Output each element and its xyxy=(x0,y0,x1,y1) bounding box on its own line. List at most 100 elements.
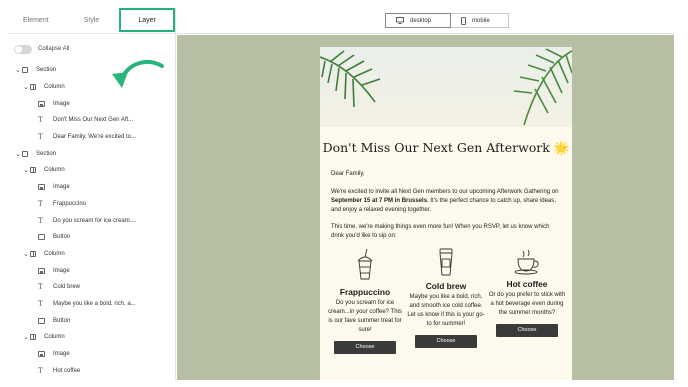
text-icon: T xyxy=(38,133,43,142)
tree-item-label: Button xyxy=(53,317,71,324)
chevron-down-icon[interactable]: ⌄ xyxy=(22,166,30,174)
email-preview[interactable]: Don't Miss Our Next Gen Afterwork 🌟 Dear… xyxy=(320,47,572,380)
email-paragraph-1: We're excited to invite all Next Gen mem… xyxy=(331,188,563,215)
drink-column: Frappuccino Do you scream for ice cream.… xyxy=(326,247,404,354)
tree-item-image[interactable]: Image xyxy=(8,346,175,363)
event-date-text: September 15 at 7 PM in Brussels xyxy=(331,198,428,204)
drink-column: Hot coffee Or do you prefer to stick wit… xyxy=(488,239,566,354)
tab-element[interactable]: Element xyxy=(8,8,64,33)
image-icon xyxy=(38,267,45,274)
collapse-all-row: Collapse All xyxy=(8,38,175,60)
image-icon xyxy=(38,351,45,358)
image-icon xyxy=(38,100,45,107)
chevron-down-icon[interactable]: ⌄ xyxy=(22,333,30,341)
preview-toolbar: desktop mobile xyxy=(177,8,674,34)
text-icon: T xyxy=(38,199,43,208)
desktop-label: desktop xyxy=(410,17,432,24)
palm-leaf-right xyxy=(513,48,572,126)
palm-leaf-left xyxy=(320,50,381,108)
collapse-all-toggle[interactable] xyxy=(14,44,32,54)
app-window: Element Style Layer Collapse All ⌄ Sectio… xyxy=(0,0,688,387)
text-icon: T xyxy=(38,116,43,125)
cold-brew-icon xyxy=(407,241,485,277)
tree-item-label: Image xyxy=(53,267,70,274)
drink-title: Hot coffee xyxy=(506,279,548,289)
mobile-label: mobile xyxy=(472,17,490,24)
tree-item-column[interactable]: ⌄ Column xyxy=(8,329,175,346)
hot-coffee-icon xyxy=(488,239,566,275)
tree-item-text[interactable]: T Maybe you like a bold, rich, a... xyxy=(8,296,175,313)
button-icon xyxy=(38,234,45,241)
tree-item-section[interactable]: ⌄ Section xyxy=(8,145,175,162)
tree-item-label: Image xyxy=(53,351,70,358)
tree-item-column[interactable]: ⌄ Column xyxy=(8,162,175,179)
tree-item-label: Cold brew xyxy=(53,284,81,291)
tree-item-column[interactable]: ⌄ Column xyxy=(8,246,175,263)
tree-item-label: Image xyxy=(53,184,70,191)
column-icon xyxy=(30,250,36,257)
chevron-down-icon[interactable]: ⌄ xyxy=(22,83,30,91)
email-headline: Don't Miss Our Next Gen Afterwork 🌟 xyxy=(320,140,572,156)
layer-panel: Element Style Layer Collapse All ⌄ Sectio… xyxy=(8,8,176,380)
image-icon xyxy=(38,184,45,191)
tree-item-label: Don't Miss Our Next Gen Aft... xyxy=(53,117,134,124)
tree-item-label: Column xyxy=(44,250,65,257)
chevron-down-icon[interactable]: ⌄ xyxy=(14,150,22,158)
choose-button[interactable]: Choose xyxy=(334,341,396,354)
tree-item-text[interactable]: T Cold brew xyxy=(8,279,175,296)
chevron-down-icon[interactable]: ⌄ xyxy=(14,66,22,74)
choose-button[interactable]: Choose xyxy=(496,324,558,337)
tree-item-image[interactable]: Image xyxy=(8,95,175,112)
curved-arrow-icon xyxy=(112,60,164,88)
panel-tabs: Element Style Layer xyxy=(8,8,175,34)
text-icon: T xyxy=(38,366,43,375)
frappuccino-icon xyxy=(326,247,404,283)
tree-item-label: Column xyxy=(44,167,65,174)
tab-style[interactable]: Style xyxy=(64,8,120,33)
text-icon: T xyxy=(38,283,43,292)
section-icon xyxy=(22,150,28,157)
preview-canvas: Don't Miss Our Next Gen Afterwork 🌟 Dear… xyxy=(177,35,674,380)
button-icon xyxy=(38,317,45,324)
drink-description: Or do you prefer to stick with a hot bev… xyxy=(488,292,566,316)
tab-layer[interactable]: Layer xyxy=(119,8,175,32)
tree-item-image[interactable]: Image xyxy=(8,262,175,279)
device-switcher: desktop mobile xyxy=(385,13,509,28)
mobile-toggle[interactable]: mobile xyxy=(451,13,509,28)
tree-item-label: Column xyxy=(44,84,65,91)
drink-title: Frappuccino xyxy=(339,287,391,297)
tree-item-text[interactable]: T Dear Family, We're excited to... xyxy=(8,129,175,146)
tree-item-label: Section xyxy=(36,67,57,74)
layer-tree: ⌄ Section ⌄ Column Image T Don't Miss Our N… xyxy=(8,62,175,379)
tree-item-text[interactable]: T Frappuccino xyxy=(8,196,175,213)
tree-item-text[interactable]: T Don't Miss Our Next Gen Aft... xyxy=(8,112,175,129)
tree-item-label: Frappuccino xyxy=(53,200,87,207)
section-icon xyxy=(22,67,28,74)
tree-item-label: Do you scream for ice cream.... xyxy=(53,217,137,224)
drink-column: Cold brew Maybe you like a bold, rich, a… xyxy=(407,241,485,354)
tree-item-label: Image xyxy=(53,100,70,107)
column-icon xyxy=(30,167,36,174)
mobile-icon xyxy=(461,16,466,25)
tree-item-label: Maybe you like a bold, rich, a... xyxy=(53,300,136,307)
tree-item-image[interactable]: Image xyxy=(8,179,175,196)
tree-item-label: Column xyxy=(44,334,65,341)
tree-item-text[interactable]: T Do you scream for ice cream.... xyxy=(8,212,175,229)
chevron-down-icon[interactable]: ⌄ xyxy=(22,250,30,258)
drink-description: Maybe you like a bold, rich, and smooth … xyxy=(407,294,485,327)
column-icon xyxy=(30,334,36,341)
email-greeting: Dear Family, xyxy=(331,171,365,177)
hero-image[interactable] xyxy=(320,47,572,127)
headline-text: Don't Miss Our Next Gen Afterwork xyxy=(322,140,550,155)
paragraph-text: We're excited to invite all Next Gen mem… xyxy=(331,189,559,195)
tree-item-button[interactable]: Button xyxy=(8,312,175,329)
tree-item-label: Section xyxy=(36,150,57,157)
tree-item-label: Button xyxy=(53,234,71,241)
tree-item-button[interactable]: Button xyxy=(8,229,175,246)
choose-button[interactable]: Choose xyxy=(415,335,477,348)
drink-title: Cold brew xyxy=(425,281,467,291)
drink-description: Do you scream for ice cream...in your co… xyxy=(328,300,402,333)
tree-item-text[interactable]: T Hot coffee xyxy=(8,362,175,379)
text-icon: T xyxy=(38,216,43,225)
desktop-toggle[interactable]: desktop xyxy=(385,13,451,28)
